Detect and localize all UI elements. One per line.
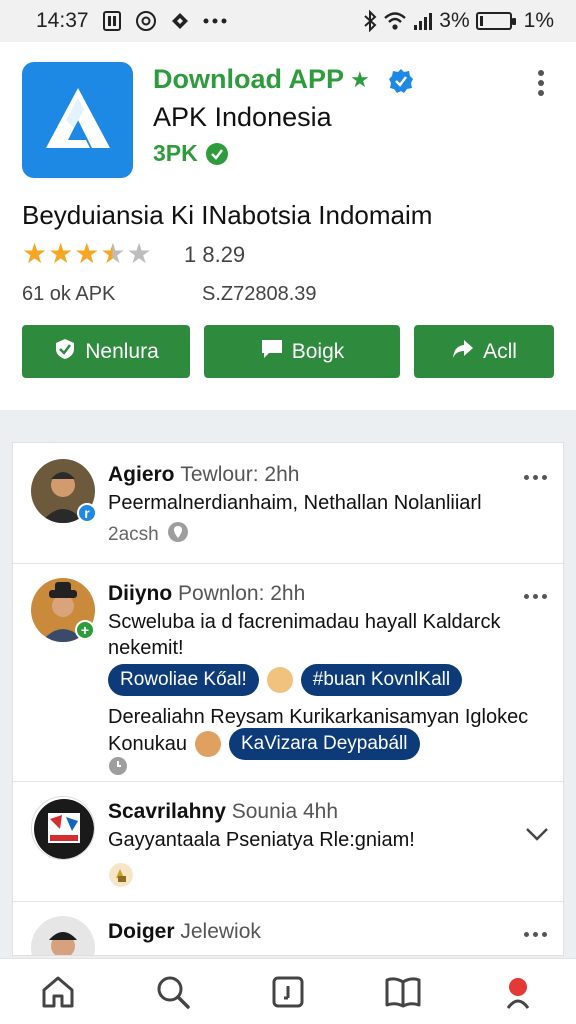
status-time: 14:37 <box>36 9 89 32</box>
notification-dot <box>509 977 528 996</box>
publisher-name[interactable]: APK Indonesia <box>153 102 332 133</box>
post-text: Gayyantaala Pseniatya Rle:gniam! <box>108 829 415 851</box>
star-icon: ★ <box>48 238 74 269</box>
star-icon: ★ <box>100 238 126 269</box>
post-author: Doiger Jelewiok <box>108 920 261 944</box>
sim-icon <box>102 11 121 31</box>
post-meta <box>108 756 128 782</box>
wifi-icon <box>383 11 407 31</box>
battery-icon <box>475 12 516 30</box>
verified-badge-icon <box>388 68 414 99</box>
home-icon[interactable] <box>28 964 88 1020</box>
location-pin-icon <box>167 521 189 549</box>
download-count: S.Z72808.39 <box>202 283 317 305</box>
check-circle-icon <box>205 142 228 165</box>
post-handle: Sounia 4hh <box>231 800 339 823</box>
avatar-badge-icon: r <box>77 503 97 523</box>
app-tag-text: 3PK <box>153 140 198 166</box>
nenlura-button[interactable]: Nenlura <box>22 325 190 378</box>
feed-post[interactable]: Scavrilahny Sounia 4hh Gayyantaala Pseni… <box>13 782 563 902</box>
clock-icon <box>108 756 128 782</box>
app-name-text: Download APP <box>153 64 345 94</box>
post-text-3: Konukau <box>108 733 187 755</box>
post-more-icon[interactable] <box>524 932 547 937</box>
post-text-2: Derealiahn Reysam Kurikarkanisamyan Iglo… <box>108 706 529 728</box>
tag-chip[interactable]: Rowoliae Kőal! <box>108 664 259 696</box>
action-buttons: Nenlura Boigk Acll <box>22 325 554 378</box>
post-author-name: Agiero <box>108 463 175 486</box>
feed-list: r Agiero Tewlour: 2hh Peermalnerdianhaim… <box>12 442 564 956</box>
acll-button[interactable]: Acll <box>414 325 554 378</box>
search-icon[interactable] <box>143 964 203 1020</box>
post-meta: 2acsh <box>108 521 189 549</box>
post-handle: Jelewiok <box>180 920 261 943</box>
rating-value: 1 8.29 <box>184 242 246 267</box>
book-icon[interactable] <box>373 964 433 1020</box>
star-icon: ★ <box>126 238 152 269</box>
post-author: Diiyno Pownlon: 2hh <box>108 582 305 606</box>
tag-chip[interactable]: KaVizara Deypabáll <box>228 728 420 760</box>
post-author-name: Doiger <box>108 920 175 943</box>
tag-chip[interactable]: #buan KovnlKall <box>300 664 463 696</box>
boigk-button-label: Boigk <box>291 339 345 363</box>
mini-avatar <box>266 667 293 693</box>
mini-avatar <box>194 731 221 757</box>
chat-icon <box>260 338 284 366</box>
avatar-badge-icon: + <box>75 620 95 640</box>
reaction-icon <box>108 862 134 894</box>
post-author-name: Diiyno <box>108 582 173 605</box>
app-title: Beyduiansia Ki INabotsia Indomaim <box>22 200 433 230</box>
app-tag: 3PK <box>153 140 228 167</box>
chevron-down-icon[interactable] <box>525 826 549 847</box>
shield-icon <box>53 337 77 367</box>
more-options-icon[interactable] <box>530 66 552 100</box>
feed-post[interactable]: + Diiyno Pownlon: 2hh Scweluba ia d facr… <box>13 564 563 782</box>
bottom-nav <box>0 958 576 1024</box>
star-icon: ★ <box>22 238 48 269</box>
post-handle: Tewlour: 2hh <box>180 463 300 486</box>
post-more-icon[interactable] <box>524 594 547 599</box>
star-icon: ★ <box>350 66 370 92</box>
bluetooth-icon <box>363 10 377 32</box>
signal-percent: 3% <box>439 9 470 32</box>
location-icon <box>171 12 189 30</box>
post-handle: Pownlon: 2hh <box>178 582 306 605</box>
app-logo-icon[interactable] <box>22 62 133 178</box>
app-name: Download APP ★ <box>153 64 370 95</box>
feed-post[interactable]: r Agiero Tewlour: 2hh Peermalnerdianhaim… <box>13 443 563 564</box>
at-icon <box>135 10 157 32</box>
battery-level <box>479 16 483 26</box>
rating-stars: ★ ★ ★ ★ ★ <box>22 240 152 268</box>
add-icon[interactable] <box>258 964 318 1020</box>
share-icon <box>451 338 475 366</box>
star-icon: ★ <box>74 238 100 269</box>
post-text: Scweluba ia d facrenimadau hayall Kaldar… <box>108 611 501 659</box>
post-author: Agiero Tewlour: 2hh <box>108 463 299 487</box>
post-text: Peermalnerdianhaim, Nethallan Nolanliiar… <box>108 492 482 514</box>
post-author-name: Scavrilahny <box>108 800 226 823</box>
acll-button-label: Acll <box>483 339 517 363</box>
post-more-icon[interactable] <box>524 475 547 480</box>
chip-row: Rowoliae Kőal! #buan KovnlKall <box>108 664 463 696</box>
avatar[interactable] <box>31 796 95 860</box>
chip-row: Konukau KaVizara Deypabáll <box>108 728 420 760</box>
signal-icon <box>413 11 433 31</box>
status-bar: 14:37 3% 1% <box>0 0 576 42</box>
post-meta <box>108 862 134 894</box>
avatar[interactable] <box>31 916 95 955</box>
boigk-button[interactable]: Boigk <box>204 325 400 378</box>
feed-post[interactable]: Doiger Jelewiok <box>13 902 563 955</box>
more-dots-icon <box>203 18 227 24</box>
post-author: Scavrilahny Sounia 4hh <box>108 800 338 824</box>
battery-percent: 1% <box>523 9 554 32</box>
post-meta-text: 2acsh <box>108 524 159 545</box>
nenlura-button-label: Nenlura <box>85 339 159 363</box>
profile-icon[interactable] <box>488 964 548 1020</box>
app-size: 61 ok APK <box>22 283 116 305</box>
app-card: Download APP ★ APK Indonesia 3PK Beyduia… <box>0 42 576 410</box>
